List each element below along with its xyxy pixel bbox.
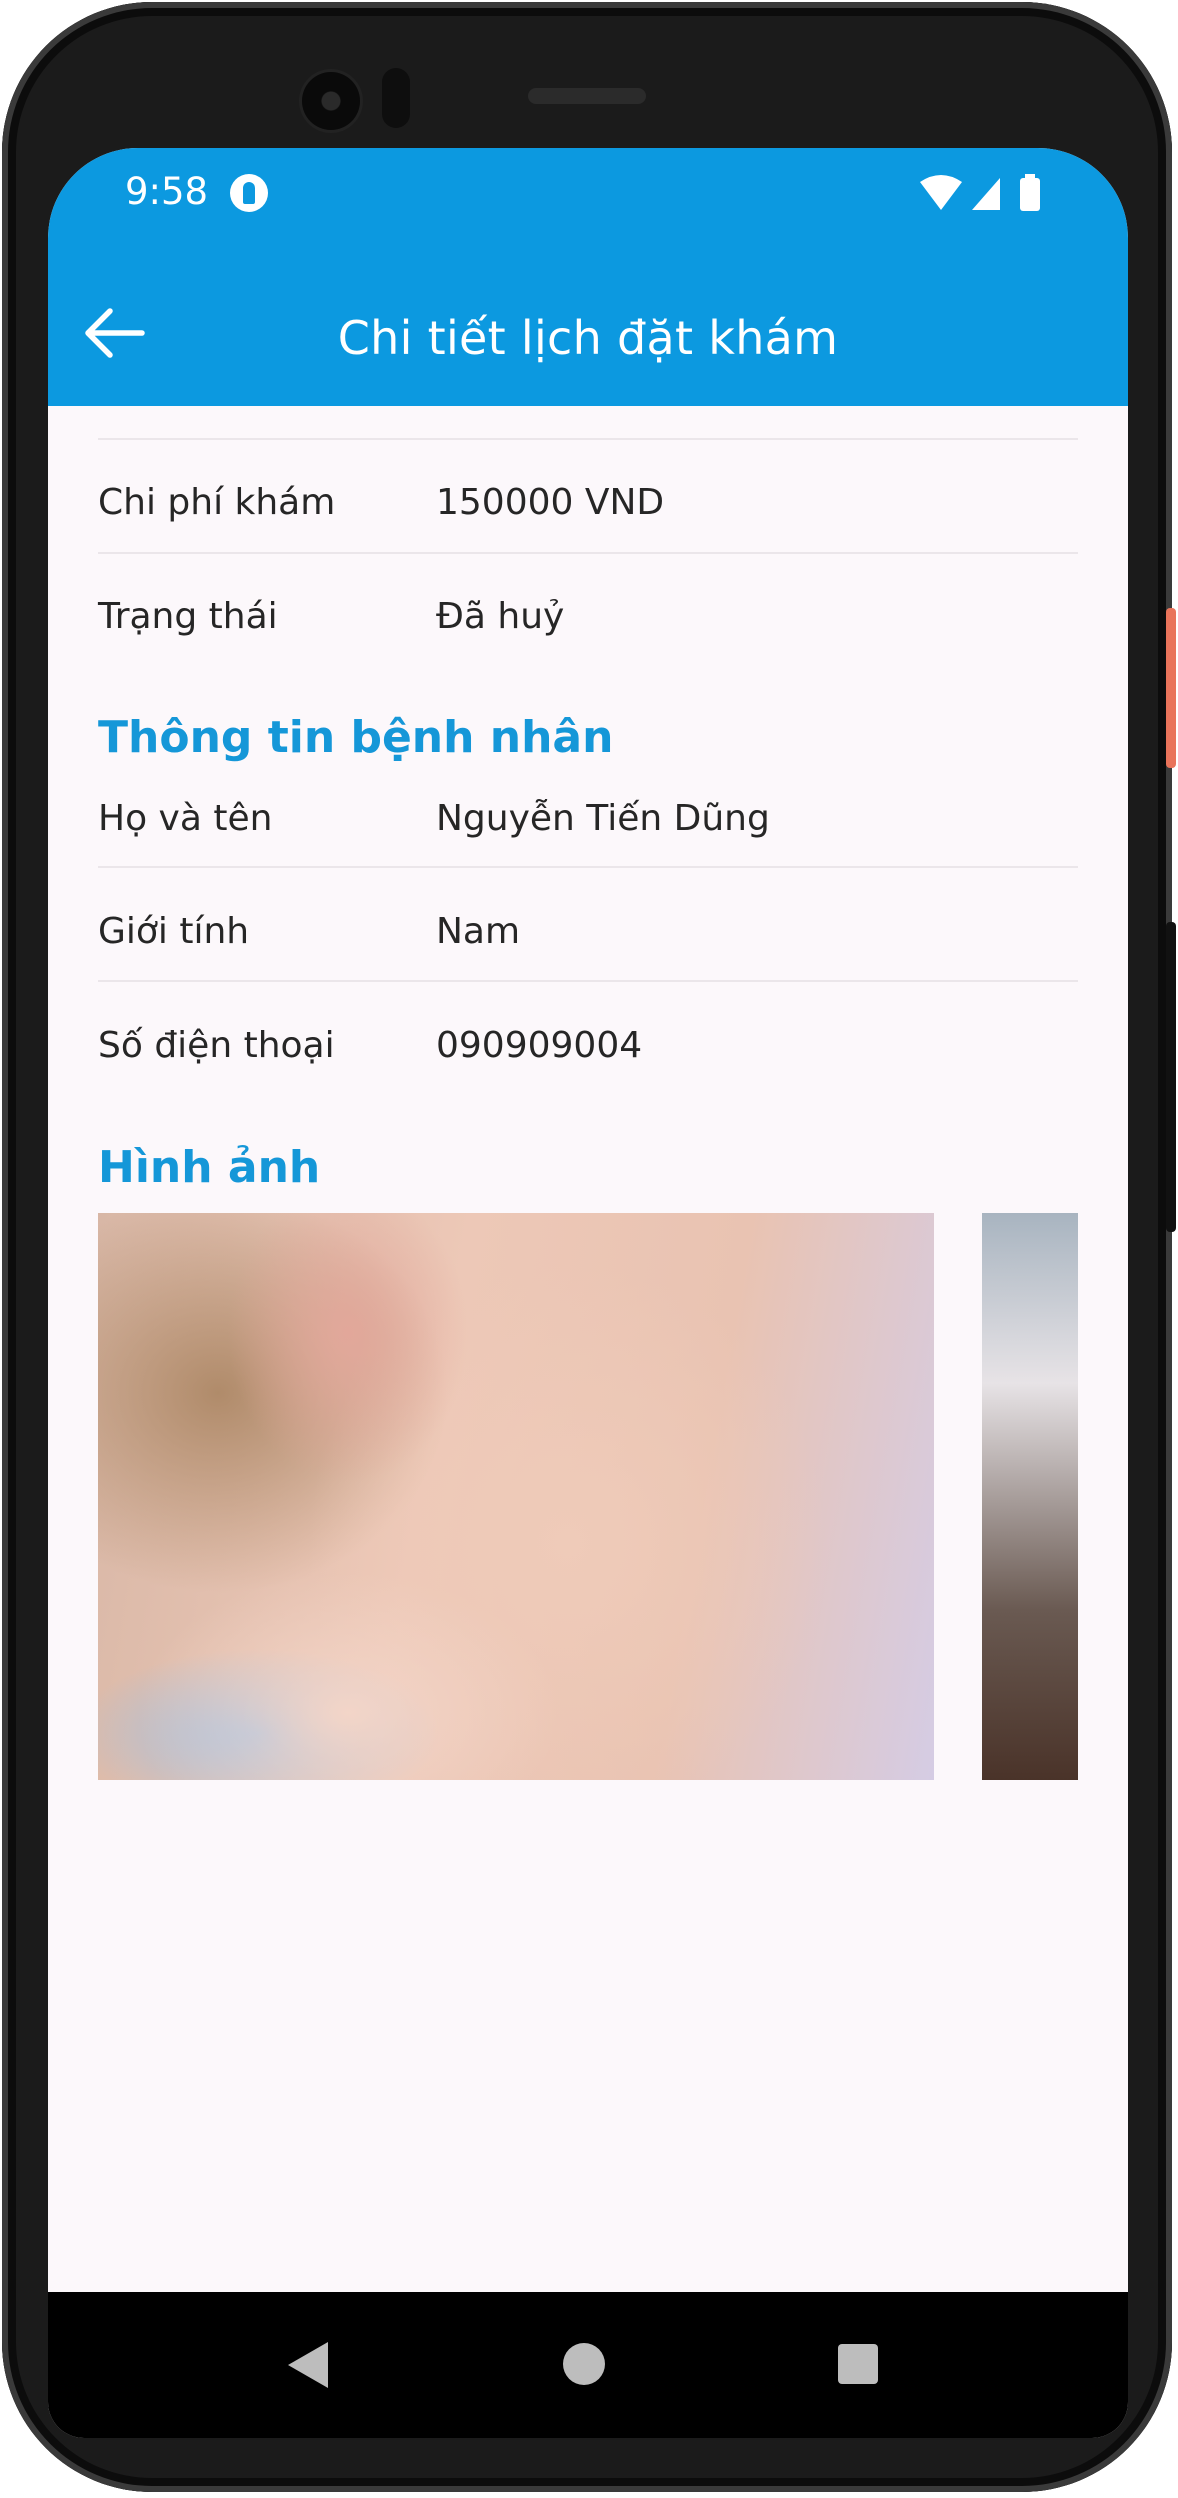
earpiece-speaker — [528, 88, 646, 104]
phone-frame: 9:58 Chi tiết lịch đặt khám Chi phí khám… — [2, 2, 1176, 2492]
phone-value: 090909004 — [436, 1025, 643, 1066]
images-title: Hình ảnh — [98, 1142, 321, 1193]
phone-label: Số điện thoại — [98, 1025, 335, 1066]
patient-info-title: Thông tin bệnh nhân — [98, 712, 614, 763]
power-button — [1166, 608, 1176, 768]
patient-photo-next[interactable] — [982, 1213, 1078, 1780]
fee-label: Chi phí khám — [98, 482, 336, 523]
patient-photo[interactable] — [98, 1213, 934, 1780]
nav-recents-icon[interactable] — [838, 2344, 878, 2384]
divider — [98, 552, 1078, 554]
gender-label: Giới tính — [98, 911, 250, 952]
gender-value: Nam — [436, 911, 521, 952]
patient-name-value: Nguyễn Tiến Dũng — [436, 798, 770, 839]
status-value: Đã huỷ — [436, 596, 565, 637]
page-title: Chi tiết lịch đặt khám — [337, 311, 839, 365]
wifi-icon — [920, 175, 962, 210]
app-bar: Chi tiết lịch đặt khám — [48, 263, 1128, 406]
notification-app-icon — [230, 174, 268, 212]
appointment-detail-content[interactable]: Chi phí khám 150000 VND Trạng thái Đã hu… — [48, 406, 1128, 2292]
proximity-sensor — [382, 68, 410, 128]
system-navigation-bar — [48, 2292, 1128, 2438]
status-label: Trạng thái — [98, 596, 278, 637]
screen: 9:58 Chi tiết lịch đặt khám Chi phí khám… — [48, 148, 1128, 2438]
nav-home-icon[interactable] — [563, 2343, 605, 2385]
patient-name-label: Họ và tên — [98, 798, 273, 839]
divider — [98, 866, 1078, 868]
status-icons — [920, 174, 1040, 211]
status-bar: 9:58 — [48, 148, 1128, 263]
status-time: 9:58 — [125, 170, 209, 213]
nav-back-icon[interactable] — [288, 2342, 328, 2388]
battery-icon — [1020, 178, 1040, 211]
front-camera — [302, 72, 360, 130]
fee-value: 150000 VND — [436, 482, 665, 523]
cellular-signal-icon — [972, 178, 1000, 210]
divider — [98, 980, 1078, 982]
divider — [98, 438, 1078, 440]
volume-button — [1166, 922, 1176, 1232]
